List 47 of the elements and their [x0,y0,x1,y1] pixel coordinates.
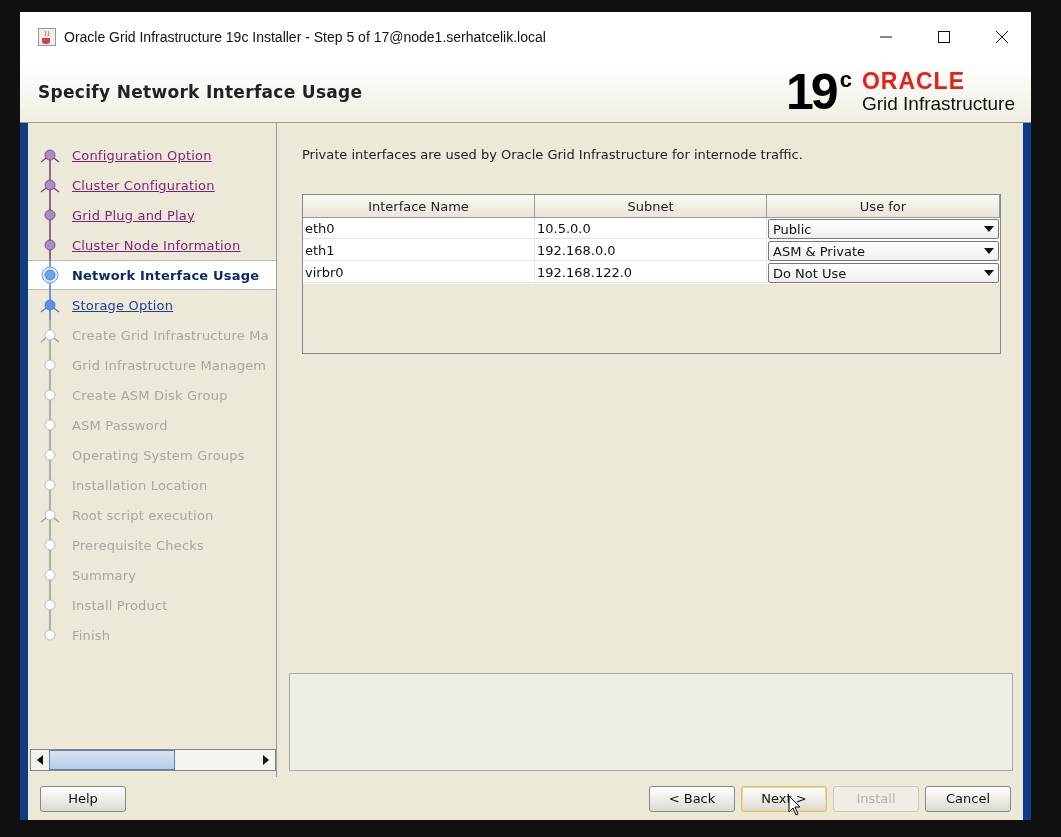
maximize-icon [937,30,951,44]
dropdown-arrow-icon [984,248,994,254]
help-button[interactable]: Help [40,785,126,812]
column-header[interactable]: Subnet [535,195,767,218]
step-icon [38,290,62,320]
close-icon [995,30,1009,44]
java-cup-icon [38,28,56,46]
dialog-button[interactable]: < Back [649,785,735,812]
logo-superscript: c [839,69,852,91]
table-cell: eth0 [303,218,535,239]
column-header[interactable]: Use for [767,195,1000,218]
table-cell: 10.5.0.0 [535,218,767,239]
step-icon [38,260,62,290]
step-link[interactable]: Cluster Configuration [72,177,215,193]
dropdown-value: Do Not Use [773,265,847,281]
dialog-button[interactable]: Next > [741,785,827,812]
dropdown-value: ASM & Private [773,243,866,259]
logo-version: 19 [786,69,836,115]
table-cell: virbr0 [303,262,535,283]
use-for-dropdown[interactable]: Public [768,219,999,239]
window-title: Oracle Grid Infrastructure 19c Installer - Step 5 of 17@node1.serhatcelik.local [64,29,547,45]
step-link[interactable]: Cluster Node Information [72,237,241,253]
column-header[interactable]: Interface Name [303,195,535,218]
use-for-dropdown[interactable]: ASM & Private [768,241,999,261]
horizontal-scrollbar[interactable] [30,749,276,771]
table-cell: eth1 [303,240,535,261]
step-link[interactable]: Grid Plug and Play [72,207,195,223]
left-arrow-icon [37,755,43,765]
step-link[interactable]: Network Interface Usage [72,267,260,283]
dropdown-arrow-icon [984,226,994,232]
step-link[interactable]: Configuration Option [72,147,212,163]
logo-product: Grid Infrastructure [861,93,1015,115]
step-link[interactable]: Storage Option [72,297,174,313]
intro-text: Private interfaces are used by Oracle Grid Infrastructure for internode traffic. [302,147,804,162]
logo-brand: ORACLE [861,69,966,93]
use-for-dropdown[interactable]: Do Not Use [768,263,999,283]
right-arrow-icon [263,755,269,765]
step-icon [38,170,62,200]
dropdown-value: Public [773,221,812,237]
page-title: Specify Network Interface Usage [38,82,363,102]
dropdown-arrow-icon [984,270,994,276]
table-cell: 192.168.122.0 [535,262,767,283]
scrollbar-thumb[interactable] [49,750,175,770]
table-cell: 192.168.0.0 [535,240,767,261]
step-icon [38,500,62,530]
step-icon [38,320,62,350]
dialog-button[interactable]: Cancel [925,785,1011,812]
